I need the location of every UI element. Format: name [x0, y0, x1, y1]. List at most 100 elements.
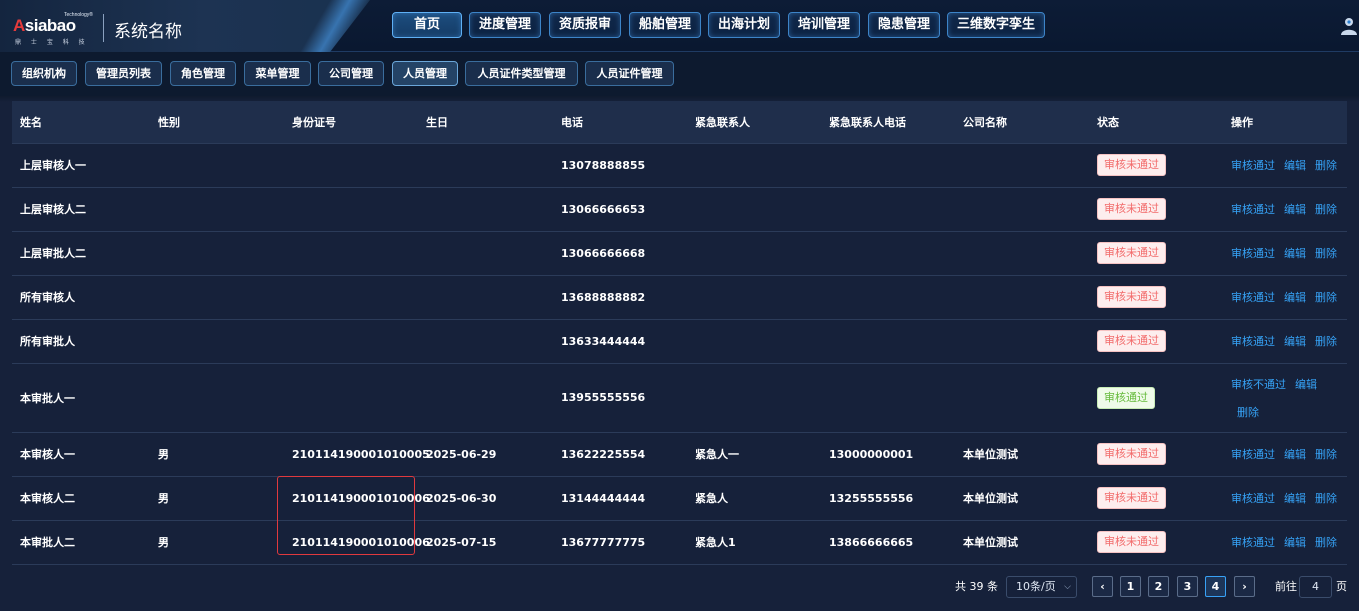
cell-name: 所有审批人 — [12, 319, 150, 364]
delete-link[interactable]: 删除 — [1315, 203, 1337, 216]
table-row: 本审核人一 男 210114190001010005 2025-06-29 13… — [12, 432, 1347, 477]
page-button-1[interactable]: 1 — [1120, 576, 1141, 597]
chevron-left-icon[interactable]: ‹ — [1092, 576, 1113, 597]
edit-link[interactable]: 编辑 — [1295, 378, 1317, 391]
edit-link[interactable]: 编辑 — [1284, 335, 1306, 348]
delete-link[interactable]: 删除 — [1315, 247, 1337, 260]
approve-link[interactable]: 审核通过 — [1231, 492, 1275, 505]
cell-status: 审核通过 — [1089, 363, 1223, 433]
top-header: Technology® Asiabao 鼎 士 宝 科 技 系统名称 首页 进度… — [0, 0, 1359, 52]
delete-link[interactable]: 删除 — [1315, 291, 1337, 304]
tab-company-management[interactable]: 公司管理 — [318, 61, 384, 86]
delete-link[interactable]: 删除 — [1315, 536, 1337, 549]
page-button-4[interactable]: 4 — [1205, 576, 1226, 597]
column-header-status: 状态 — [1089, 101, 1223, 144]
tab-menu-management[interactable]: 菜单管理 — [244, 61, 311, 86]
tab-admin-list[interactable]: 管理员列表 — [85, 61, 162, 86]
column-header-emergency-contact: 紧急联系人 — [687, 101, 821, 144]
nav-item-home[interactable]: 首页 — [392, 12, 462, 38]
cell-emergency-phone: 13255555556 — [821, 476, 955, 521]
tab-cert-type-management[interactable]: 人员证件类型管理 — [465, 61, 578, 86]
cell-phone: 13688888882 — [553, 275, 687, 320]
tab-org-structure[interactable]: 组织机构 — [11, 61, 77, 86]
status-badge: 审核未通过 — [1097, 198, 1166, 220]
sub-tab-bar: 组织机构 管理员列表 角色管理 菜单管理 公司管理 人员管理 人员证件类型管理 … — [0, 52, 1359, 96]
edit-link[interactable]: 编辑 — [1284, 203, 1306, 216]
page-button-3[interactable]: 3 — [1177, 576, 1198, 597]
chevron-right-icon[interactable]: › — [1234, 576, 1255, 597]
goto-label: 前往 — [1275, 580, 1297, 593]
approve-link[interactable]: 审核通过 — [1231, 291, 1275, 304]
delete-link[interactable]: 删除 — [1231, 404, 1338, 420]
approve-link[interactable]: 审核通过 — [1231, 448, 1275, 461]
cell-id-number — [284, 143, 418, 188]
cell-status: 审核未通过 — [1089, 432, 1223, 477]
cell-id-number: 210114190001010006 — [284, 520, 430, 565]
approve-link[interactable]: 审核通过 — [1231, 203, 1275, 216]
cell-id-number — [284, 231, 418, 276]
column-header-emergency-phone: 紧急联系人电话 — [821, 101, 955, 144]
tab-personnel-management[interactable]: 人员管理 — [392, 61, 458, 86]
cell-phone: 13955555556 — [553, 363, 687, 433]
page-button-2[interactable]: 2 — [1148, 576, 1169, 597]
reject-link[interactable]: 审核不通过 — [1231, 378, 1286, 391]
cell-emergency-contact — [687, 363, 821, 433]
cell-id-number — [284, 319, 418, 364]
cell-emergency-phone — [821, 275, 955, 320]
cell-emergency-contact — [687, 143, 821, 188]
cell-id-number — [284, 187, 418, 232]
cell-emergency-phone — [821, 319, 955, 364]
delete-link[interactable]: 删除 — [1315, 448, 1337, 461]
cell-birthday: 2025-06-30 — [418, 476, 553, 521]
edit-link[interactable]: 编辑 — [1284, 448, 1306, 461]
person-help-icon[interactable] — [1339, 16, 1359, 36]
delete-link[interactable]: 删除 — [1315, 159, 1337, 172]
cell-gender — [150, 275, 284, 320]
approve-link[interactable]: 审核通过 — [1231, 159, 1275, 172]
brand-divider — [103, 14, 104, 42]
edit-link[interactable]: 编辑 — [1284, 536, 1306, 549]
nav-item-digital-twin[interactable]: 三维数字孪生 — [947, 12, 1045, 38]
status-badge: 审核未通过 — [1097, 531, 1166, 553]
cell-gender — [150, 363, 284, 433]
column-header-company: 公司名称 — [955, 101, 1089, 144]
delete-link[interactable]: 删除 — [1315, 335, 1337, 348]
cell-birthday — [418, 187, 553, 232]
nav-item-ship[interactable]: 船舶管理 — [629, 12, 701, 38]
edit-link[interactable]: 编辑 — [1284, 159, 1306, 172]
nav-item-progress[interactable]: 进度管理 — [469, 12, 541, 38]
cell-actions: 审核通过 编辑 删除 — [1223, 432, 1347, 477]
nav-item-qualification[interactable]: 资质报审 — [549, 12, 621, 38]
nav-item-hazard[interactable]: 隐患管理 — [868, 12, 940, 38]
cell-emergency-contact — [687, 231, 821, 276]
table-row: 本审批人二 男 210114190001010006 2025-07-15 13… — [12, 520, 1347, 565]
status-badge: 审核未通过 — [1097, 487, 1166, 509]
approve-link[interactable]: 审核通过 — [1231, 536, 1275, 549]
cell-actions: 审核通过 编辑 删除 — [1223, 143, 1347, 188]
edit-link[interactable]: 编辑 — [1284, 492, 1306, 505]
cell-company — [955, 275, 1089, 320]
chevron-down-icon: ⌵ — [1064, 582, 1071, 592]
cell-name: 本审批人二 — [12, 520, 150, 565]
cell-company — [955, 363, 1089, 433]
nav-item-training[interactable]: 培训管理 — [788, 12, 860, 38]
edit-link[interactable]: 编辑 — [1284, 291, 1306, 304]
edit-link[interactable]: 编辑 — [1284, 247, 1306, 260]
tab-cert-management[interactable]: 人员证件管理 — [585, 61, 674, 86]
goto-page-input[interactable]: 4 — [1299, 576, 1332, 598]
cell-status: 审核未通过 — [1089, 275, 1223, 320]
status-badge: 审核通过 — [1097, 386, 1155, 409]
tab-role-management[interactable]: 角色管理 — [170, 61, 236, 86]
cell-actions: 审核通过 编辑 删除 — [1223, 319, 1347, 364]
cell-birthday: 2025-06-29 — [418, 432, 553, 477]
cell-gender — [150, 319, 284, 364]
cell-emergency-phone — [821, 187, 955, 232]
cell-name: 上层审批人二 — [12, 231, 150, 276]
cell-emergency-contact — [687, 275, 821, 320]
approve-link[interactable]: 审核通过 — [1231, 335, 1275, 348]
approve-link[interactable]: 审核通过 — [1231, 247, 1275, 260]
delete-link[interactable]: 删除 — [1315, 492, 1337, 505]
personnel-table-panel: 姓名 性别 身份证号 生日 电话 紧急联系人 紧急联系人电话 公司名称 状态 操… — [0, 96, 1359, 611]
page-size-select[interactable]: 10条/页 ⌵ — [1006, 576, 1077, 598]
nav-item-sea-plan[interactable]: 出海计划 — [708, 12, 780, 38]
